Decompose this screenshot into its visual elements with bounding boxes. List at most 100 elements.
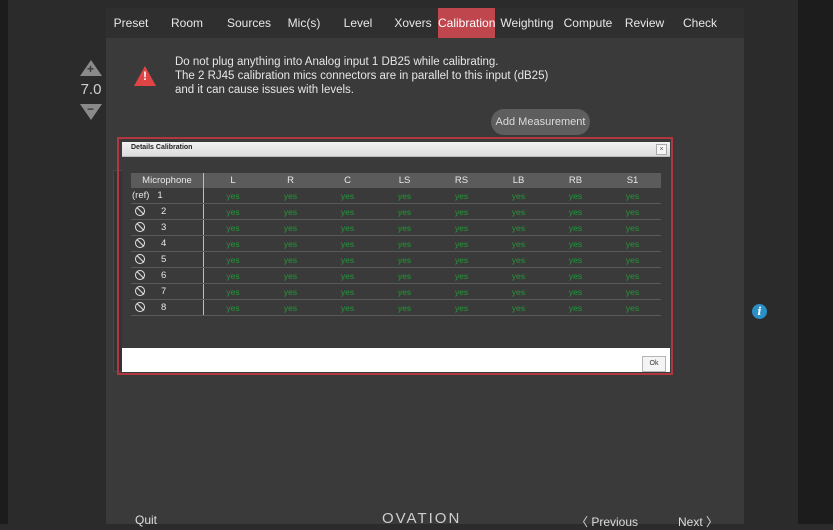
disabled-icon[interactable] — [135, 238, 145, 249]
status-cell: yes — [203, 188, 262, 204]
status-cell: yes — [319, 235, 376, 252]
status-cell: yes — [604, 235, 661, 252]
tab-preset[interactable]: Preset — [106, 8, 156, 38]
column-header-r: R — [262, 173, 319, 188]
tab-weighting[interactable]: Weighting — [495, 8, 559, 38]
table-row: 4 yes yes yes yes yes yes yes yes — [131, 235, 661, 252]
tab-calibration[interactable]: Calibration — [438, 8, 495, 38]
status-cell: yes — [604, 188, 661, 204]
microphone-number: 4 — [161, 238, 167, 249]
status-cell: yes — [604, 283, 661, 300]
status-cell: yes — [262, 251, 319, 268]
status-cell: yes — [547, 299, 604, 316]
status-cell: yes — [262, 299, 319, 316]
microphone-cell: 6 — [131, 267, 204, 284]
status-cell: yes — [262, 235, 319, 252]
status-cell: yes — [547, 219, 604, 236]
tab-level[interactable]: Level — [328, 8, 388, 38]
status-cell: yes — [433, 203, 490, 220]
table-row: (ref) 1 yes yes yes yes yes yes yes yes — [131, 188, 661, 204]
dialog-titlebar: Details Calibration × — [122, 142, 670, 157]
status-cell: yes — [262, 219, 319, 236]
status-cell: yes — [203, 283, 262, 300]
disabled-icon[interactable] — [135, 270, 145, 281]
tab-room[interactable]: Room — [156, 8, 218, 38]
next-button[interactable]: Next 〉 — [678, 513, 718, 530]
status-cell: yes — [262, 283, 319, 300]
status-cell: yes — [319, 203, 376, 220]
column-header-ls: LS — [376, 173, 433, 188]
zoom-control: + 7.0 − — [78, 60, 104, 120]
tab-compute[interactable]: Compute — [559, 8, 617, 38]
status-cell: yes — [547, 251, 604, 268]
ok-button[interactable]: Ok — [642, 356, 666, 372]
status-cell: yes — [490, 251, 547, 268]
status-cell: yes — [319, 219, 376, 236]
microphone-cell: 7 — [131, 283, 204, 300]
tab-sources[interactable]: Sources — [218, 8, 280, 38]
warning-icon: ! — [134, 66, 156, 86]
status-cell: yes — [376, 299, 433, 316]
tab-bar: Preset Room Sources Mic(s) Level Xovers Calibr… — [106, 8, 744, 38]
table-row: 5 yes yes yes yes yes yes yes yes — [131, 251, 661, 268]
status-cell: yes — [376, 203, 433, 220]
status-cell: yes — [376, 251, 433, 268]
status-cell: yes — [319, 188, 376, 204]
table-row: 2 yes yes yes yes yes yes yes yes — [131, 203, 661, 220]
status-cell: yes — [376, 283, 433, 300]
disabled-icon[interactable] — [135, 286, 145, 297]
status-cell: yes — [319, 283, 376, 300]
status-cell: yes — [604, 203, 661, 220]
warning-line: The 2 RJ45 calibration mics connectors a… — [175, 70, 549, 82]
dialog-content: Microphone L R C LS RS LB RB S1 (ref) 1 yes yes yes y… — [122, 157, 670, 348]
zoom-in-button[interactable]: + — [80, 60, 102, 76]
status-cell: yes — [376, 188, 433, 204]
disabled-icon[interactable] — [135, 254, 145, 265]
status-cell: yes — [490, 219, 547, 236]
tab-check[interactable]: Check — [672, 8, 728, 38]
microphone-number: 5 — [161, 254, 167, 265]
calibration-table: Microphone L R C LS RS LB RB S1 (ref) 1 yes yes yes y… — [131, 173, 661, 316]
info-icon[interactable]: i — [752, 304, 767, 319]
status-cell: yes — [203, 267, 262, 284]
tab-xovers[interactable]: Xovers — [388, 8, 438, 38]
status-cell: yes — [490, 235, 547, 252]
footer: Quit OVATION 〈 Previous Next 〉 — [106, 508, 744, 529]
status-cell: yes — [433, 267, 490, 284]
microphone-number: 1 — [157, 190, 163, 201]
add-measurement-button[interactable]: Add Measurement — [491, 109, 590, 135]
status-cell: yes — [547, 188, 604, 204]
warning-line: Do not plug anything into Analog input 1… — [175, 56, 499, 68]
status-cell: yes — [376, 219, 433, 236]
microphone-number: 2 — [161, 206, 167, 217]
zoom-out-button[interactable]: − — [80, 103, 102, 120]
status-cell: yes — [203, 203, 262, 220]
status-cell: yes — [262, 188, 319, 204]
left-edge — [0, 0, 8, 524]
tab-mic-s[interactable]: Mic(s) — [280, 8, 328, 38]
status-cell: yes — [547, 235, 604, 252]
disabled-icon[interactable] — [135, 206, 145, 217]
status-cell: yes — [203, 251, 262, 268]
close-icon[interactable]: × — [656, 144, 667, 155]
status-cell: yes — [262, 267, 319, 284]
column-header-lb: LB — [490, 173, 547, 188]
previous-button[interactable]: 〈 Previous — [576, 513, 638, 530]
tab-review[interactable]: Review — [617, 8, 672, 38]
status-cell: yes — [376, 235, 433, 252]
column-header-microphone: Microphone — [131, 173, 204, 188]
status-cell: yes — [319, 267, 376, 284]
quit-button[interactable]: Quit — [135, 513, 157, 527]
status-cell: yes — [376, 267, 433, 284]
table-row: 7 yes yes yes yes yes yes yes yes — [131, 283, 661, 300]
warning-line: and it can cause issues with levels. — [175, 84, 354, 96]
disabled-icon[interactable] — [135, 302, 145, 313]
status-cell: yes — [203, 235, 262, 252]
dialog-title: Details Calibration — [131, 144, 193, 151]
status-cell: yes — [433, 283, 490, 300]
disabled-icon[interactable] — [135, 222, 145, 233]
status-cell: yes — [490, 267, 547, 284]
plus-icon: + — [87, 62, 95, 76]
microphone-number: 7 — [161, 286, 167, 297]
microphone-cell: 2 — [131, 203, 204, 220]
